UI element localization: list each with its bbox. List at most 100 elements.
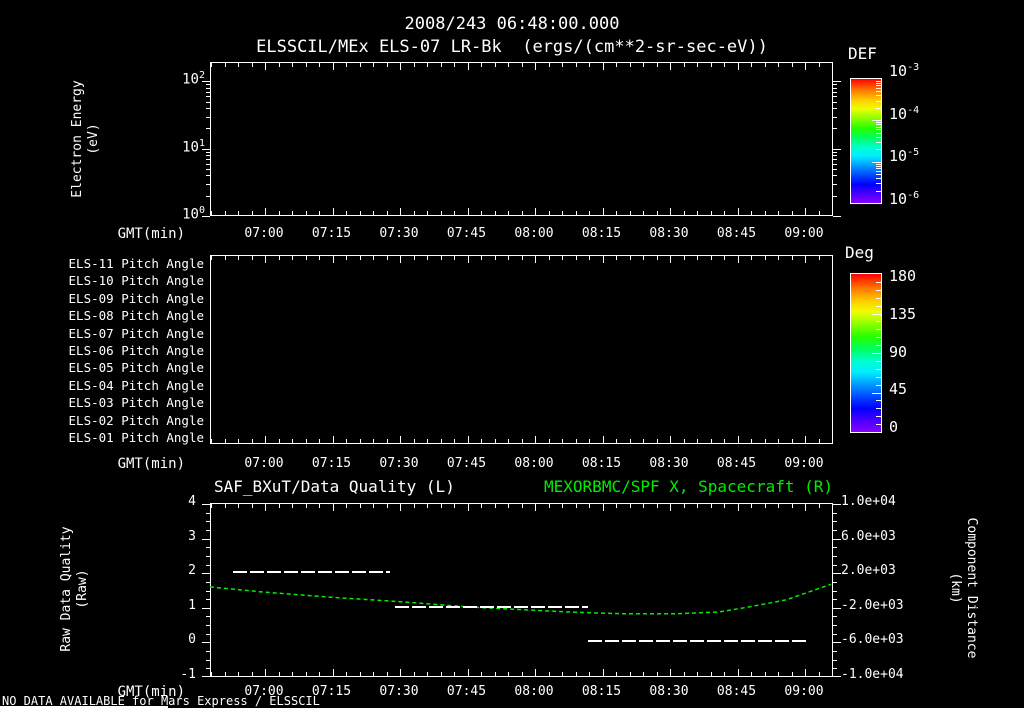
- colorbar-tick-mark: [876, 124, 881, 126]
- y-tick-mark: [206, 116, 210, 118]
- x-tick-mark: [683, 504, 685, 508]
- x-tick-mark: [535, 256, 536, 263]
- x-tick-mark: [494, 672, 496, 676]
- x-tick-mark: [629, 504, 631, 508]
- y-tick-mark: [833, 529, 837, 531]
- x-tick-mark: [332, 63, 334, 70]
- time-tick-label: 08:15: [581, 226, 622, 241]
- colorbar-tick-mark: [876, 165, 881, 167]
- x-tick-mark: [643, 211, 644, 215]
- x-tick-mark: [467, 256, 469, 263]
- x-tick-mark: [427, 256, 428, 260]
- y-tick-mark: [833, 564, 837, 566]
- colorbar-tick-mark: [872, 353, 881, 354]
- x-tick-mark: [805, 256, 806, 263]
- x-tick-mark: [562, 256, 563, 260]
- x-tick-mark: [737, 436, 739, 443]
- x-tick-mark: [548, 256, 550, 260]
- y-tick-mark: [833, 651, 837, 653]
- y-tick-mark: [206, 163, 210, 165]
- y-tick-mark: [833, 555, 837, 557]
- y-tick-mark: [206, 590, 210, 592]
- x-tick-mark: [305, 672, 307, 676]
- exponent: 2: [198, 70, 205, 82]
- x-tick-mark: [818, 63, 820, 67]
- x-tick-mark: [562, 439, 563, 443]
- distance-axis-title-line1: Component Distance: [964, 517, 979, 659]
- time-tick-label: 07:45: [446, 456, 487, 471]
- y-tick-mark: [833, 155, 837, 157]
- colorbar-tick-mark: [876, 424, 881, 426]
- x-tick-mark: [710, 211, 712, 215]
- x-tick-mark: [616, 63, 617, 67]
- y-tick-mark: [206, 84, 210, 86]
- y-tick-mark: [206, 659, 210, 661]
- def-scale-label: 10-4: [889, 104, 920, 123]
- pitch-row-label: ELS-01 Pitch Angle: [68, 430, 204, 445]
- x-tick-mark: [305, 256, 307, 260]
- x-tick-mark: [521, 256, 523, 260]
- colorbar-tick-mark: [876, 281, 881, 283]
- y-tick-mark: [206, 183, 210, 185]
- x-tick-mark: [575, 211, 577, 215]
- x-tick-mark: [764, 672, 766, 676]
- x-tick-mark: [211, 672, 212, 676]
- x-tick-mark: [373, 439, 374, 443]
- y-tick-mark: [206, 616, 210, 618]
- def-colorbar: [850, 78, 882, 204]
- x-tick-mark: [373, 256, 374, 260]
- x-tick-mark: [332, 256, 334, 263]
- x-tick-mark: [386, 439, 388, 443]
- x-tick-mark: [481, 439, 482, 443]
- x-tick-mark: [278, 439, 280, 443]
- pitch-row-label: ELS-09 Pitch Angle: [68, 290, 204, 306]
- x-tick-mark: [778, 211, 779, 215]
- x-tick-mark: [791, 211, 793, 215]
- x-tick-mark: [454, 672, 455, 676]
- time-tick-label: 08:45: [716, 226, 757, 241]
- time-tick-label: 08:00: [514, 684, 554, 699]
- x-tick-mark: [265, 63, 266, 70]
- x-tick-mark: [751, 63, 752, 67]
- colorbar-tick-mark: [876, 345, 881, 347]
- x-tick-mark: [697, 63, 698, 67]
- x-tick-mark: [440, 672, 442, 676]
- x-tick-mark: [481, 256, 482, 260]
- x-tick-mark: [589, 439, 590, 443]
- x-tick-mark: [292, 672, 293, 676]
- x-tick-mark: [521, 439, 523, 443]
- x-tick-mark: [751, 504, 752, 508]
- x-tick-mark: [508, 504, 509, 508]
- x-tick-mark: [764, 504, 766, 508]
- x-tick-mark: [251, 439, 253, 443]
- x-tick-mark: [427, 672, 428, 676]
- distance-tick-label: 2.0e+03: [841, 563, 896, 579]
- x-tick-mark: [508, 211, 509, 215]
- x-tick-mark: [373, 504, 374, 508]
- y-tick-mark: [833, 101, 837, 103]
- y-tick-mark: [833, 512, 837, 514]
- y-tick-mark: [206, 101, 210, 103]
- x-tick-mark: [494, 256, 496, 260]
- x-tick-mark: [697, 439, 698, 443]
- y-tick-mark: [833, 148, 841, 150]
- y-tick-mark: [833, 96, 837, 98]
- time-tick-label: 08:30: [649, 226, 689, 241]
- time-tick-label: 07:15: [311, 226, 352, 241]
- pitch-row-label: ELS-11 Pitch Angle: [68, 256, 204, 271]
- x-tick-mark: [818, 672, 820, 676]
- y-tick-mark: [202, 642, 210, 644]
- y-tick-mark: [206, 581, 210, 583]
- x-tick-mark: [494, 211, 496, 215]
- x-tick-mark: [211, 504, 212, 508]
- x-tick-mark: [562, 63, 563, 67]
- y-tick-mark: [206, 159, 210, 161]
- y-tick-mark: [833, 195, 837, 197]
- x-tick-mark: [805, 63, 806, 70]
- x-tick-mark: [278, 63, 280, 67]
- colorbar-tick-mark: [876, 178, 881, 180]
- x-tick-mark: [575, 63, 577, 67]
- x-tick-mark: [670, 504, 671, 511]
- x-tick-mark: [751, 211, 752, 215]
- x-tick-mark: [710, 439, 712, 443]
